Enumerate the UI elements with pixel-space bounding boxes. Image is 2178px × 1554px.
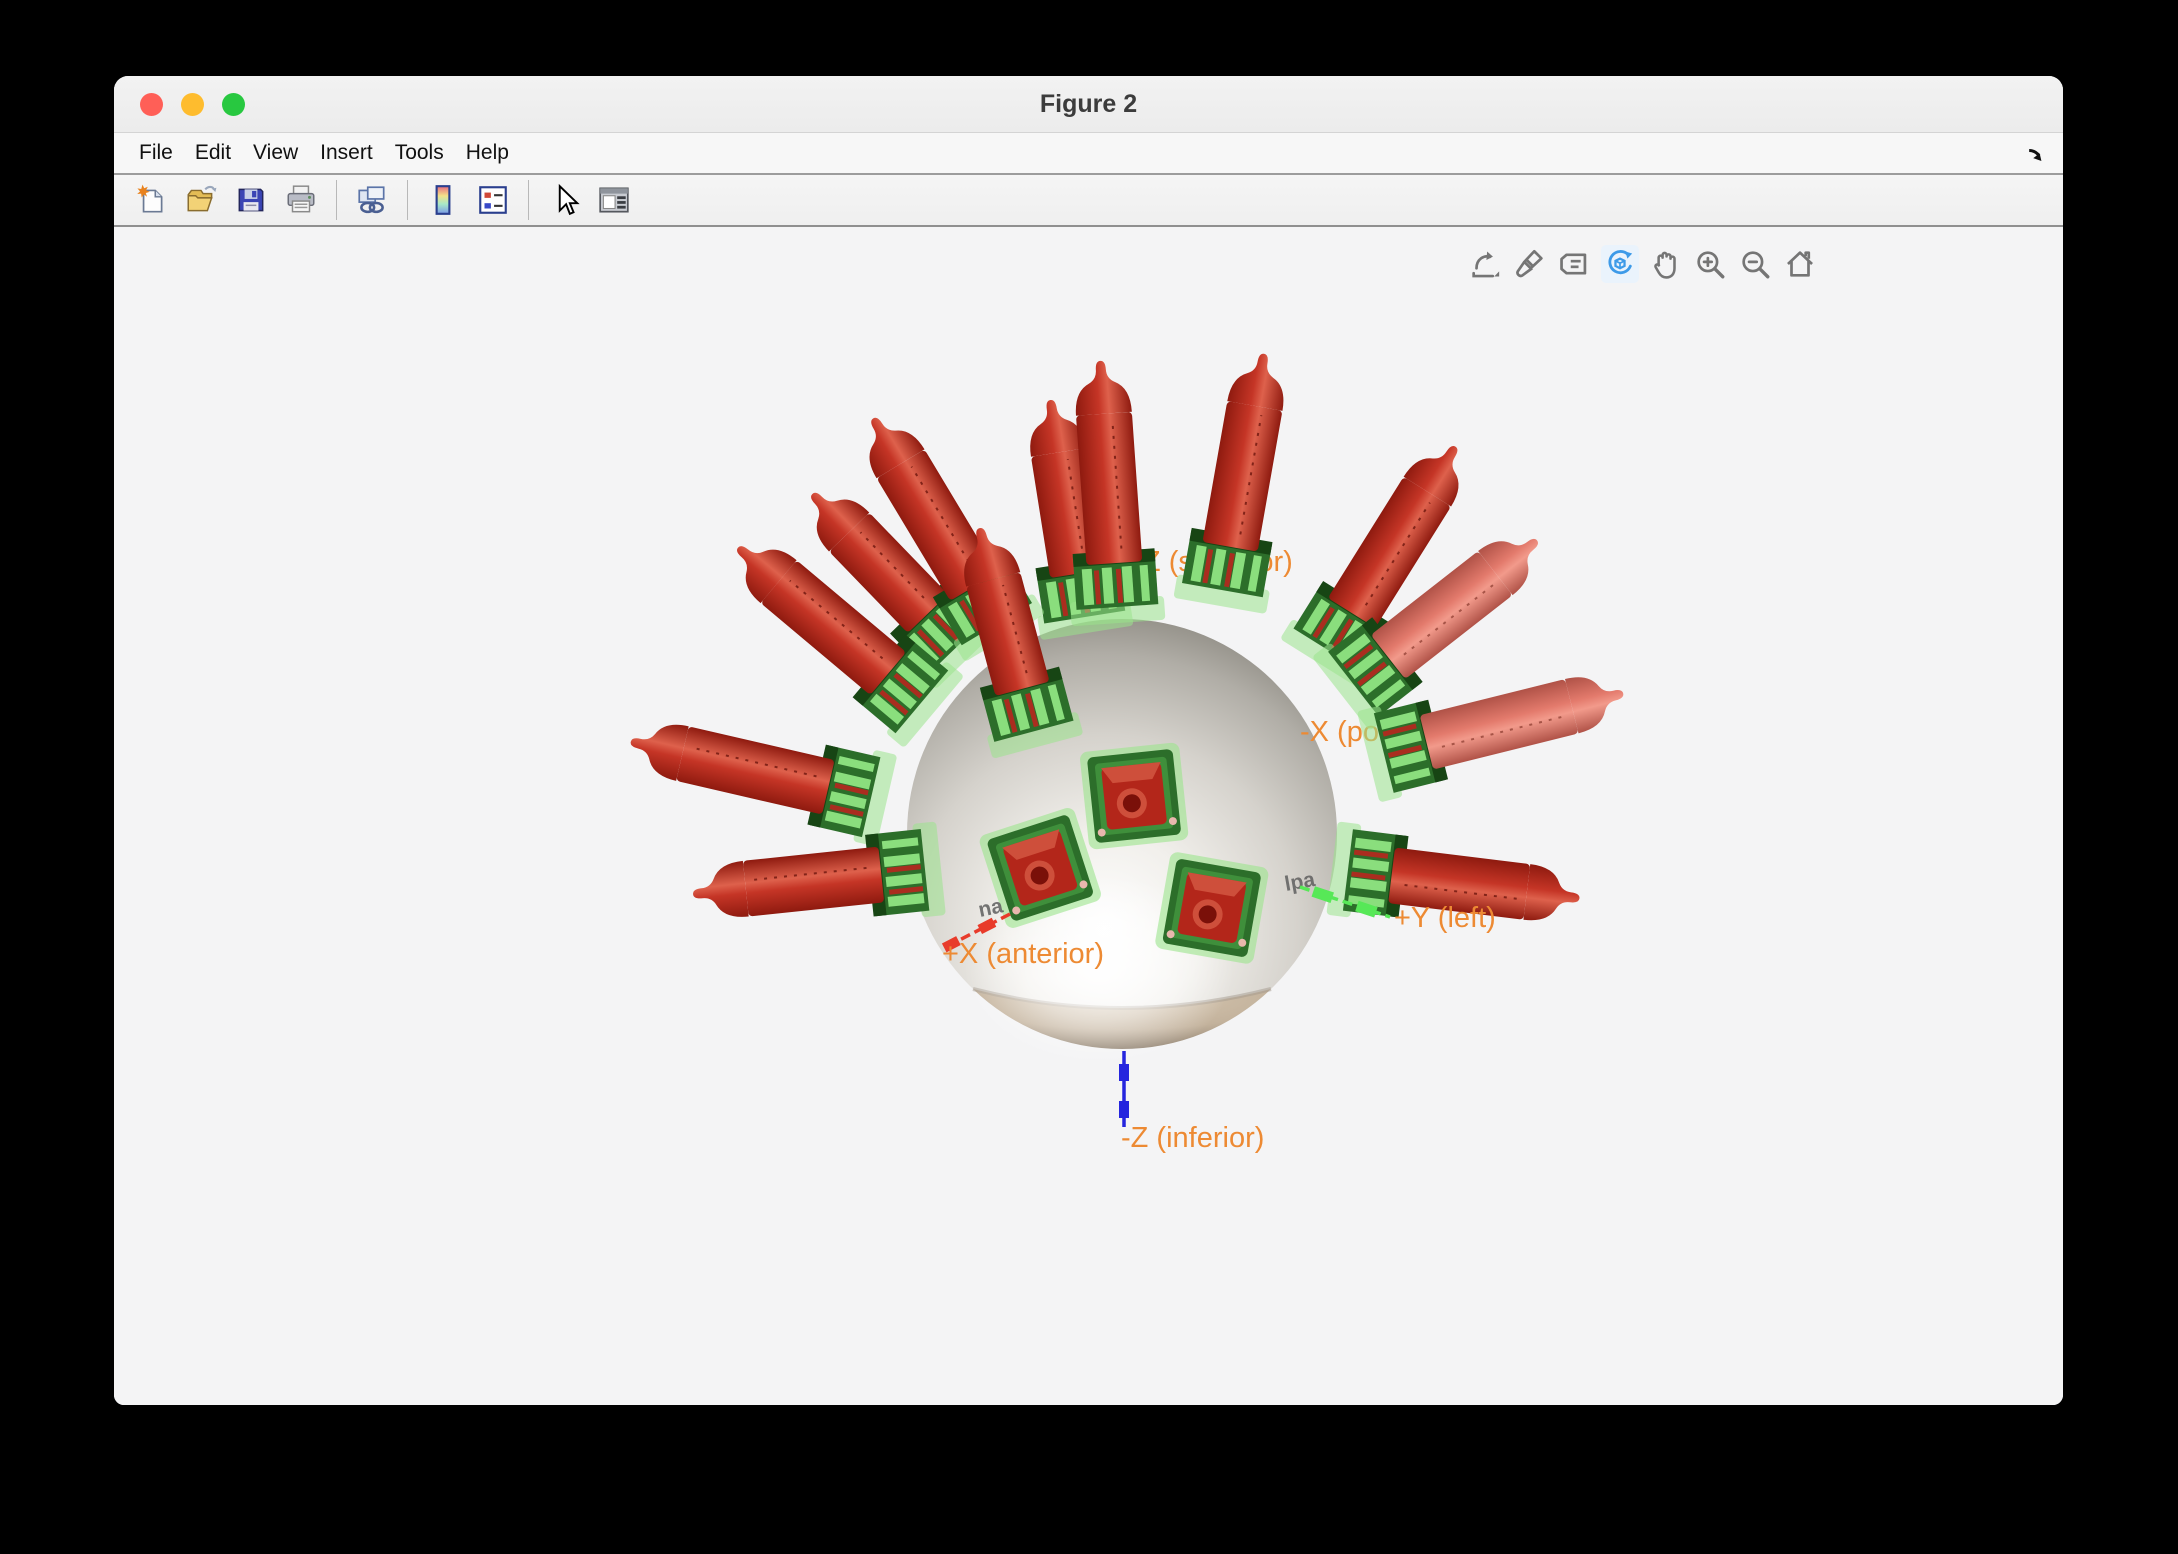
optode-flat	[1155, 852, 1269, 964]
open-file-icon	[187, 185, 217, 212]
figure-canvas: +Z (superior) -X (posterior) na lpa	[114, 227, 2063, 1405]
axis-label-inferior: -Z (inferior)	[1121, 1122, 1264, 1154]
new-figure-button[interactable]	[130, 179, 172, 221]
print-figure-button[interactable]	[280, 179, 322, 221]
insert-legend-button[interactable]	[472, 179, 514, 221]
menu-edit[interactable]: Edit	[184, 133, 242, 173]
edit-plot-button[interactable]	[543, 179, 585, 221]
insert-colorbar-icon	[435, 185, 451, 215]
optode-spike	[693, 821, 946, 918]
menu-insert[interactable]: Insert	[309, 133, 384, 173]
dock-arrow-icon	[2029, 148, 2042, 161]
save-figure-button[interactable]	[230, 179, 272, 221]
menu-file[interactable]: File	[128, 133, 184, 173]
optode-flat	[1080, 742, 1189, 850]
link-plot-icon	[358, 186, 385, 214]
toolbar-separator	[407, 180, 408, 220]
menu-view[interactable]: View	[242, 133, 309, 173]
insert-legend-icon	[479, 186, 507, 214]
insert-colorbar-button[interactable]	[422, 179, 464, 221]
print-figure-icon	[287, 185, 315, 213]
toolbar-separator	[336, 180, 337, 220]
axis-label-anterior: +X (anterior)	[942, 938, 1104, 970]
dock-figure-button[interactable]	[2021, 140, 2049, 173]
title-bar[interactable]: Figure 2	[114, 76, 2063, 133]
edit-plot-icon	[558, 183, 580, 216]
figure-window: Figure 2 File Edit View Insert Tools Hel…	[114, 76, 2063, 1405]
figure-toolbar	[114, 175, 2063, 227]
property-inspector-button[interactable]	[593, 179, 635, 221]
menu-tools[interactable]: Tools	[384, 133, 455, 173]
save-figure-icon	[238, 188, 264, 212]
menu-help[interactable]: Help	[455, 133, 520, 173]
new-figure-icon	[137, 184, 163, 213]
window-title: Figure 2	[1039, 90, 1138, 118]
optode-spike	[630, 724, 897, 846]
toolbar-separator	[528, 180, 529, 220]
menu-bar: File Edit View Insert Tools Help	[114, 133, 2063, 175]
link-plot-button[interactable]	[351, 179, 393, 221]
property-inspector-icon	[599, 187, 629, 213]
open-file-button[interactable]	[180, 179, 222, 221]
axis-label-left: +Y (left)	[1394, 902, 1496, 934]
plot-3d-scene[interactable]: +Z (superior) -X (posterior) na lpa	[114, 227, 2063, 1405]
